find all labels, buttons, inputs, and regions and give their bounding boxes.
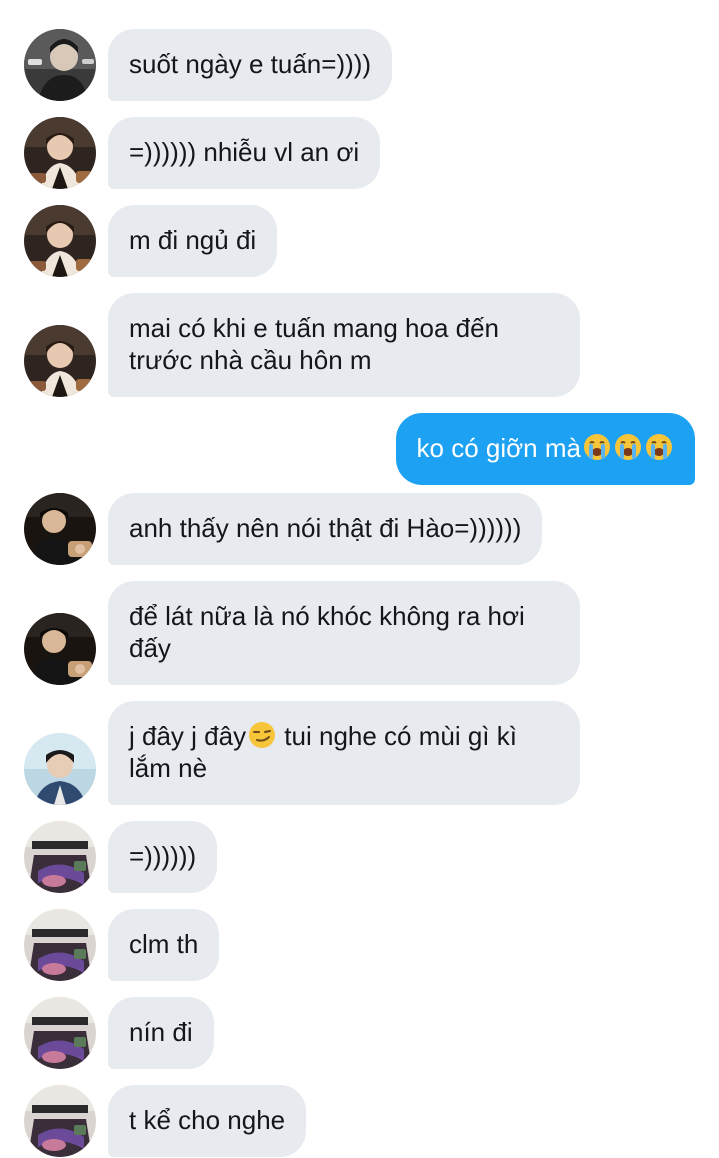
message-text: j đây j đây: [129, 721, 247, 751]
loudly-crying-face-icon: [644, 432, 674, 462]
message-bubble[interactable]: =)))))) nhiễu vl an ơi: [108, 117, 381, 189]
chat-thread: suốt ngày e tuấn=)))) =)))))) nhiễu vl a…: [0, 0, 719, 1158]
avatar[interactable]: [24, 613, 96, 685]
message-row: m đi ngủ đi: [0, 205, 719, 277]
message-row: ko có giỡn mà: [0, 413, 719, 485]
message-bubble[interactable]: để lát nữa là nó khóc không ra hơi đấy: [108, 581, 580, 685]
avatar-user-5-image: [24, 1085, 96, 1157]
message-row: anh thấy nên nói thật đi Hào=)))))): [0, 493, 719, 565]
avatar[interactable]: [24, 493, 96, 565]
message-row: clm th: [0, 909, 719, 981]
avatar-user-1-image: [24, 29, 96, 101]
avatar-user-3-image: [24, 613, 96, 685]
smirking-face-icon: [247, 720, 277, 750]
message-row: mai có khi e tuấn mang hoa đến trước nhà…: [0, 293, 719, 397]
outgoing-message-bubble[interactable]: ko có giỡn mà: [395, 413, 695, 485]
message-row: suốt ngày e tuấn=)))): [0, 29, 719, 101]
avatar-user-2-image: [24, 117, 96, 189]
message-bubble[interactable]: m đi ngủ đi: [108, 205, 278, 277]
avatar[interactable]: [24, 325, 96, 397]
avatar[interactable]: [24, 205, 96, 277]
message-row: j đây j đây tui nghe có mùi gì kì lắm nè: [0, 701, 719, 805]
avatar-user-4-image: [24, 733, 96, 805]
avatar[interactable]: [24, 117, 96, 189]
avatar-user-2-image: [24, 205, 96, 277]
message-row: t kể cho nghe: [0, 1085, 719, 1157]
message-bubble[interactable]: t kể cho nghe: [108, 1085, 307, 1157]
message-bubble[interactable]: clm th: [108, 909, 220, 981]
avatar[interactable]: [24, 1085, 96, 1157]
avatar-user-5-image: [24, 909, 96, 981]
message-text: ko có giỡn mà: [416, 433, 581, 463]
avatar[interactable]: [24, 733, 96, 805]
loudly-crying-face-icon: [582, 432, 612, 462]
message-bubble[interactable]: anh thấy nên nói thật đi Hào=)))))): [108, 493, 543, 565]
avatar-user-3-image: [24, 493, 96, 565]
avatar[interactable]: [24, 997, 96, 1069]
loudly-crying-face-icon: [613, 432, 643, 462]
avatar-user-2-image: [24, 325, 96, 397]
avatar-user-5-image: [24, 821, 96, 893]
message-bubble[interactable]: mai có khi e tuấn mang hoa đến trước nhà…: [108, 293, 580, 397]
message-row: nín đi: [0, 997, 719, 1069]
message-bubble[interactable]: nín đi: [108, 997, 214, 1069]
message-row: =)))))): [0, 821, 719, 893]
message-row: =)))))) nhiễu vl an ơi: [0, 117, 719, 189]
message-bubble[interactable]: =)))))): [108, 821, 218, 893]
message-bubble[interactable]: suốt ngày e tuấn=)))): [108, 29, 393, 101]
avatar[interactable]: [24, 821, 96, 893]
message-bubble[interactable]: j đây j đây tui nghe có mùi gì kì lắm nè: [108, 701, 580, 805]
avatar[interactable]: [24, 909, 96, 981]
avatar[interactable]: [24, 29, 96, 101]
message-row: để lát nữa là nó khóc không ra hơi đấy: [0, 581, 719, 685]
avatar-user-5-image: [24, 997, 96, 1069]
